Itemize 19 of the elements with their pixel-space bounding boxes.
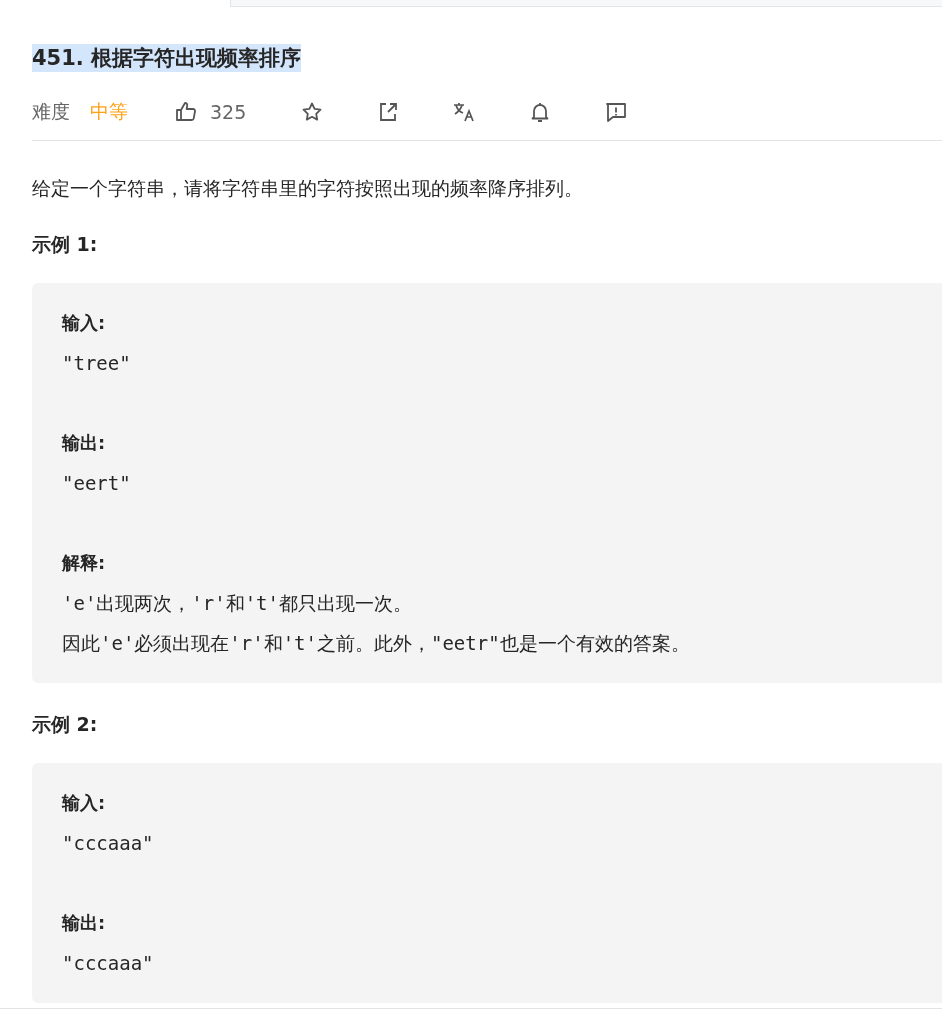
like-button[interactable]: 325 <box>174 97 247 127</box>
example-label: 输出: <box>62 912 106 933</box>
example-label: 输入: <box>62 792 106 813</box>
example-label: 解释: <box>62 552 106 573</box>
thumbs-up-icon <box>174 100 198 124</box>
example-text: 因此'e'必须出现在'r'和't'之前。此外，"eetr"也是一个有效的答案。 <box>62 632 690 654</box>
example-text: "tree" <box>62 352 131 374</box>
example-text: "eert" <box>62 472 131 494</box>
difficulty-text: 中等 <box>90 99 128 124</box>
example-text: 'e'出现两次，'r'和't'都只出现一次。 <box>62 592 412 614</box>
example-text: "cccaaa" <box>62 952 154 974</box>
example-text: "cccaaa" <box>62 832 154 854</box>
difficulty-label: 难度 <box>32 99 70 124</box>
example-heading: 示例 2: <box>32 713 98 735</box>
example-label: 输出: <box>62 432 106 453</box>
description: 给定一个字符串，请将字符串里的字符按照出现的频率降序排列。 <box>32 176 584 201</box>
problem-title: 451. 根据字符出现频率排序 <box>32 44 302 72</box>
example-label: 输入: <box>62 312 106 333</box>
example-heading: 示例 1: <box>32 233 98 255</box>
